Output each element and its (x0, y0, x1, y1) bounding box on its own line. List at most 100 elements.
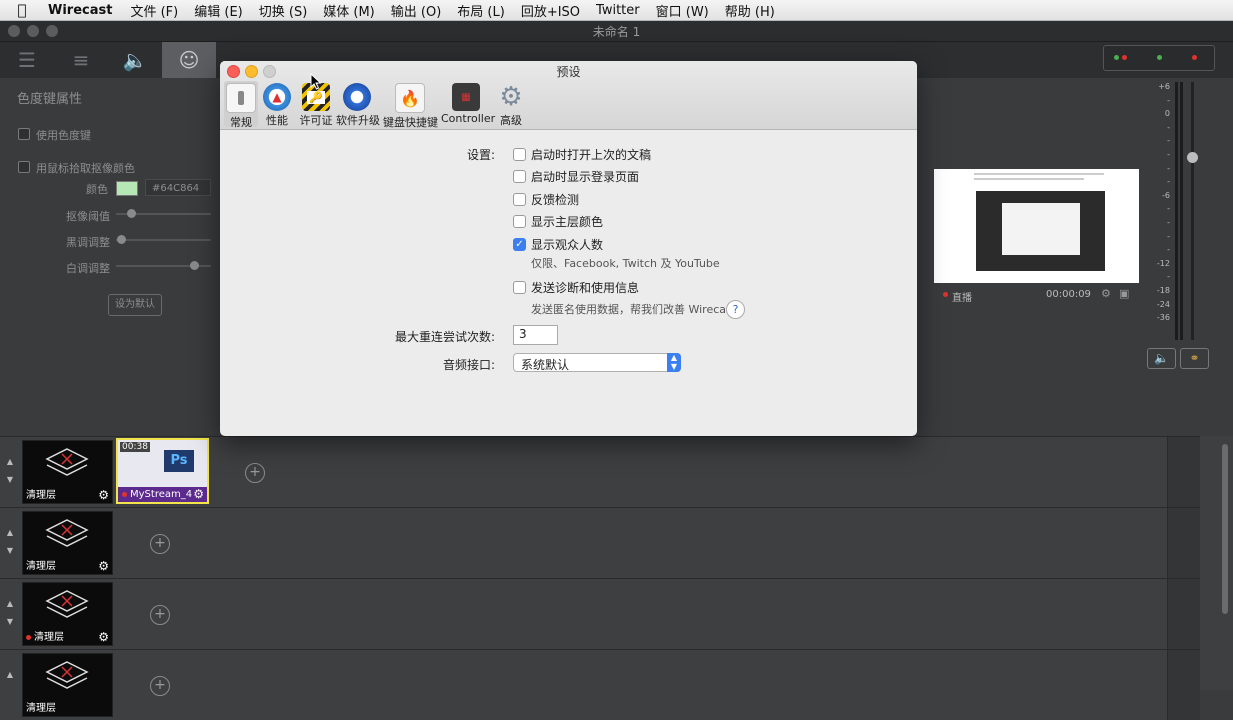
menu-app-name[interactable]: Wirecast (44, 3, 122, 18)
vertical-scrollbar[interactable] (1222, 444, 1228, 614)
layer-row-arrows[interactable]: ▲ ▼ (4, 453, 16, 489)
layer-row: ▲ ▼ 清理层 ⚙ + (0, 578, 1200, 649)
tab-advanced[interactable]: ⚙ 高级 (496, 81, 526, 127)
shot-name: 清理层 (26, 561, 56, 572)
use-chroma-checkbox[interactable] (18, 128, 30, 140)
shot-name: 清理层 (34, 632, 64, 643)
gear-icon[interactable]: ⚙ (98, 559, 109, 573)
option-show-login-page[interactable]: 启动时显示登录页面 (513, 168, 639, 185)
checkbox[interactable] (513, 148, 526, 161)
checkbox[interactable] (513, 281, 526, 294)
add-shot-button[interactable]: + (150, 605, 170, 625)
add-shot-button[interactable]: + (150, 534, 170, 554)
option-open-last-document[interactable]: 启动时打开上次的文稿 (513, 146, 651, 163)
layer-row-arrows[interactable]: ▲ ▼ (4, 595, 16, 631)
meter-tick: - (1167, 272, 1170, 282)
option-label: 发送诊断和使用信息 (531, 281, 640, 295)
option-feedback-detection[interactable]: 反馈检测 (513, 191, 579, 208)
menu-media[interactable]: 媒体 (M) (315, 1, 383, 20)
menu-bar:  Wirecast 文件 (F) 编辑 (E) 切换 (S) 媒体 (M) 输… (0, 0, 1233, 21)
option-show-master-layer-color[interactable]: 显示主层颜色 (513, 213, 603, 230)
live-label: 直播 (952, 293, 972, 304)
menu-window[interactable]: 窗口 (W) (648, 1, 717, 20)
meter-tick: +6 (1158, 82, 1170, 91)
add-shot-button[interactable]: + (245, 463, 265, 483)
monitor-icon[interactable]: ▣ (1119, 287, 1129, 300)
tab-general[interactable]: 常规 (224, 81, 258, 129)
shot-thumbnail[interactable]: 清理层 ⚙ (22, 582, 113, 646)
help-button[interactable]: ? (726, 300, 745, 319)
tab-controller[interactable]: ▦ Controller (441, 81, 495, 127)
live-preview[interactable] (934, 169, 1139, 283)
menu-layout[interactable]: 布局 (L) (449, 1, 513, 20)
checkbox-checked[interactable]: ✓ (513, 238, 526, 251)
pick-color-checkbox[interactable] (18, 161, 30, 173)
checkbox[interactable] (513, 193, 526, 206)
layer-row: ▲ ▼ 清理层 ⚙ + (0, 507, 1200, 578)
checkbox[interactable] (513, 215, 526, 228)
sliders-icon[interactable]: ≡ (54, 42, 108, 78)
shot-thumbnail[interactable]: 清理层 ⚙ (22, 511, 113, 575)
color-hex-field[interactable]: #64C864 (145, 179, 211, 196)
tab-label: 高级 (500, 114, 522, 127)
color-swatch[interactable] (116, 181, 138, 196)
preview-time: 00:00:09 (1046, 289, 1091, 300)
audio-interface-select[interactable]: 系统默认 ▲ ▼ (513, 353, 681, 372)
tab-performance[interactable]: ▲ 性能 (260, 81, 294, 127)
apple-menu-icon[interactable]:  (0, 1, 44, 19)
menu-edit[interactable]: 编辑 (E) (186, 1, 251, 20)
row-scroll-indicator (1167, 437, 1200, 507)
layers-icon[interactable]: ☰ (0, 42, 54, 78)
menu-replay-iso[interactable]: 回放+ISO (513, 1, 588, 20)
tab-keyboard-shortcuts[interactable]: 🔥 键盘快捷键 (383, 81, 438, 129)
gear-icon[interactable]: ⚙ (98, 630, 109, 644)
gear-icon: ⚙ (499, 82, 523, 112)
headphones-icon[interactable]: ⚭ (1180, 348, 1209, 369)
menu-file[interactable]: 文件 (F) (122, 1, 186, 20)
volume-slider-knob[interactable] (1187, 152, 1198, 163)
speaker-icon[interactable]: 🔈 (1147, 348, 1176, 369)
shot-thumbnail[interactable]: 清理层 ⚙ (22, 440, 113, 504)
clear-layer-icon (45, 661, 89, 689)
white-slider-knob[interactable] (190, 261, 199, 270)
menu-switch[interactable]: 切换 (S) (251, 1, 316, 20)
meter-tick: -12 (1156, 258, 1170, 268)
volume-slider-track[interactable] (1191, 82, 1194, 340)
shot-thumbnail-selected[interactable]: 00:38 Ps MyStream_4 ⚙ (116, 438, 209, 504)
shot-name: 清理层 (26, 490, 56, 501)
menu-output[interactable]: 输出 (O) (383, 1, 450, 20)
status-green-dot (1114, 55, 1119, 60)
tab-software-update[interactable]: ↻ 软件升级 (336, 81, 380, 127)
switch-icon (226, 83, 256, 113)
menu-twitter[interactable]: Twitter (588, 3, 648, 18)
hue-slider[interactable] (116, 239, 211, 241)
add-shot-button[interactable]: + (150, 676, 170, 696)
pick-color-label: 用鼠标拾取抠像颜色 (36, 162, 135, 175)
audio-interface-label: 音频接口: (442, 358, 495, 372)
retry-count-field[interactable]: 3 (513, 325, 558, 345)
menu-help[interactable]: 帮助 (H) (717, 1, 783, 20)
shot-layers-area: ▲ ▼ 清理层 ⚙ 00:38 Ps MyStream_4 ⚙ + ▲ ▼ 清理层 … (0, 436, 1233, 720)
checkbox[interactable] (513, 170, 526, 183)
set-default-button[interactable]: 设为默认 (108, 294, 162, 316)
hue-slider-knob[interactable] (117, 235, 126, 244)
shot-thumbnail[interactable]: 清理层 (22, 653, 113, 717)
gear-icon[interactable]: ⚙ (1101, 287, 1111, 300)
threshold-slider-knob[interactable] (127, 209, 136, 218)
gear-icon[interactable]: ⚙ (193, 487, 204, 501)
gear-icon[interactable]: ⚙ (98, 488, 109, 502)
preferences-dialog: 预设 常规 ▲ 性能 🔑 许可证 ↻ 软件升级 🔥 键盘快捷键 ▦ Contro… (220, 61, 917, 436)
meter-tick: - (1167, 204, 1170, 214)
controller-icon: ▦ (452, 83, 480, 111)
person-icon[interactable]: ☺ (162, 42, 216, 78)
option-send-diagnostics[interactable]: 发送诊断和使用信息 (513, 279, 639, 296)
meter-tick: - (1167, 177, 1170, 187)
audio-icon[interactable]: 🔈 (108, 42, 162, 78)
option-show-viewer-count[interactable]: ✓ 显示观众人数 (513, 236, 603, 253)
audio-meter-scale: +6 - 0 - - - - - -6 - - - - -12 - -18 -2… (1148, 82, 1170, 327)
settings-label: 设置: (466, 148, 495, 162)
layer-row-arrows[interactable]: ▲ (4, 666, 16, 684)
audio-level-bar (1180, 82, 1183, 340)
clear-layer-icon (45, 590, 89, 618)
layer-row-arrows[interactable]: ▲ ▼ (4, 524, 16, 560)
